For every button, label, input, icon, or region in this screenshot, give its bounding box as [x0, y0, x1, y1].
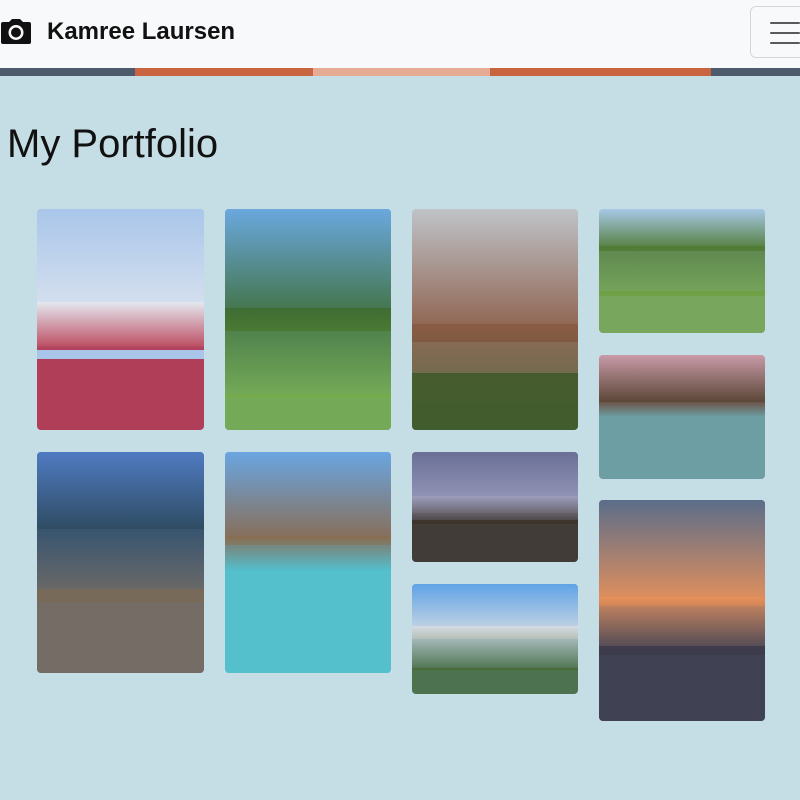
- photo-sunset-clouds-water[interactable]: [599, 500, 765, 721]
- camera-icon: [1, 19, 31, 44]
- photo-overwater-bungalows-sunset[interactable]: [599, 355, 765, 479]
- photo-white-temple-flowers[interactable]: [37, 209, 204, 430]
- stripe-segment: [490, 68, 711, 76]
- photo-theme-park-night[interactable]: [412, 452, 578, 562]
- photo-palm-trees-lawn[interactable]: [225, 209, 391, 430]
- navbar-toggle-button[interactable]: [750, 6, 800, 58]
- photo-river-valley[interactable]: [599, 209, 765, 333]
- photo-castle-palm-trees[interactable]: [412, 584, 578, 694]
- photo-rocky-coast-waves[interactable]: [37, 452, 204, 673]
- page-title: My Portfolio: [7, 122, 219, 166]
- navbar: Kamree Laursen: [0, 0, 800, 68]
- stripe-segment: [135, 68, 313, 76]
- stripe-segment: [0, 68, 135, 76]
- photo-overwater-bungalows-lagoon[interactable]: [225, 452, 391, 673]
- photo-brick-church[interactable]: [412, 209, 578, 430]
- stripe-segment: [711, 68, 800, 76]
- brand-name: Kamree Laursen: [47, 18, 236, 45]
- stripe-segment: [313, 68, 490, 76]
